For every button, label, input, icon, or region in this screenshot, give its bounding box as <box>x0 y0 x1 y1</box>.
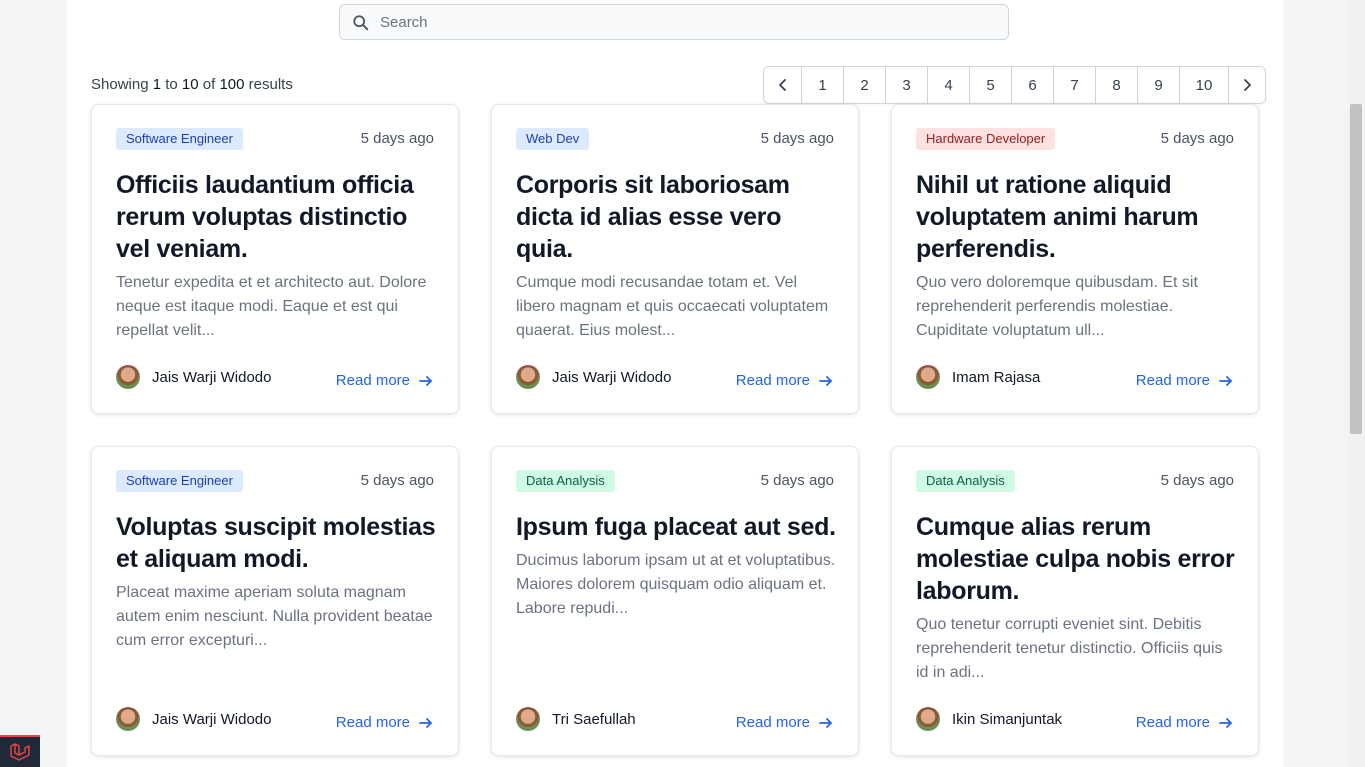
avatar <box>516 707 540 731</box>
results-from: 1 <box>152 76 162 93</box>
post-excerpt: Quo vero doloremque quibusdam. Et sit re… <box>916 274 1198 339</box>
avatar <box>916 707 940 731</box>
post-card: Data Analysis 5 days ago Cumque alias re… <box>891 446 1259 756</box>
post-excerpt: Placeat maxime aperiam soluta magnam aut… <box>116 584 433 649</box>
post-card: Hardware Developer 5 days ago Nihil ut r… <box>891 104 1259 414</box>
arrow-right-icon <box>1219 717 1232 728</box>
arrow-right-icon <box>419 717 432 728</box>
post-time: 5 days ago <box>360 130 434 147</box>
avatar <box>116 707 140 731</box>
arrow-right-icon <box>419 375 432 386</box>
post-author[interactable]: Jais Warji Widodo <box>516 365 671 389</box>
arrow-right-icon <box>819 375 832 386</box>
read-more-label: Read more <box>735 714 810 731</box>
pagination-page-5[interactable]: 5 <box>969 67 1011 103</box>
post-time: 5 days ago <box>1160 130 1234 147</box>
post-card: Web Dev 5 days ago Corporis sit laborios… <box>491 104 859 414</box>
read-more-label: Read more <box>1135 714 1210 731</box>
category-badge[interactable]: Data Analysis <box>516 470 615 492</box>
results-to: 10 <box>181 76 199 93</box>
read-more-label: Read more <box>335 714 410 731</box>
pagination-next-button[interactable] <box>1228 67 1265 103</box>
scrollbar-thumb[interactable] <box>1350 104 1362 434</box>
search-input[interactable] <box>380 5 980 39</box>
debugbar-toggle[interactable] <box>0 735 40 767</box>
post-author[interactable]: Jais Warji Widodo <box>116 707 271 731</box>
pagination-page-7[interactable]: 7 <box>1053 67 1095 103</box>
avatar <box>516 365 540 389</box>
page-scrollbar[interactable] <box>1348 0 1365 767</box>
post-title[interactable]: Officiis laudantium officia rerum volupt… <box>116 169 438 265</box>
category-badge[interactable]: Software Engineer <box>116 128 243 150</box>
pagination-page-6[interactable]: 6 <box>1011 67 1053 103</box>
laravel-logo-icon <box>10 743 30 761</box>
pagination: 1 2 3 4 5 6 7 8 9 10 <box>763 66 1266 104</box>
read-more-link[interactable]: Read more <box>336 714 434 731</box>
results-to-word: to <box>165 76 178 93</box>
avatar <box>916 365 940 389</box>
results-of-word: of <box>202 76 216 93</box>
post-excerpt: Ducimus laborum ipsam ut at et voluptati… <box>516 552 836 617</box>
post-title[interactable]: Corporis sit laboriosam dicta id alias e… <box>516 169 838 265</box>
author-name: Ikin Simanjuntak <box>952 710 1063 728</box>
post-title[interactable]: Voluptas suscipit molestias et aliquam m… <box>116 511 438 575</box>
search-bar[interactable] <box>339 4 1009 40</box>
post-excerpt: Quo tenetur corrupti eveniet sint. Debit… <box>916 616 1223 681</box>
results-prefix: Showing <box>91 76 149 93</box>
post-author[interactable]: Jais Warji Widodo <box>116 365 271 389</box>
read-more-link[interactable]: Read more <box>1136 372 1234 389</box>
post-time: 5 days ago <box>360 472 434 489</box>
read-more-label: Read more <box>335 372 410 389</box>
read-more-label: Read more <box>1135 372 1210 389</box>
read-more-link[interactable]: Read more <box>1136 714 1234 731</box>
post-time: 5 days ago <box>760 130 834 147</box>
results-suffix: results <box>248 76 293 93</box>
search-icon <box>353 15 369 31</box>
post-author[interactable]: Ikin Simanjuntak <box>916 707 1062 731</box>
read-more-label: Read more <box>735 372 810 389</box>
avatar <box>116 365 140 389</box>
post-title[interactable]: Cumque alias rerum molestiae culpa nobis… <box>916 511 1238 607</box>
read-more-link[interactable]: Read more <box>736 372 834 389</box>
post-time: 5 days ago <box>760 472 834 489</box>
post-title[interactable]: Nihil ut ratione aliquid voluptatem anim… <box>916 169 1238 265</box>
post-excerpt: Tenetur expedita et et architecto aut. D… <box>116 274 427 339</box>
chevron-left-icon <box>778 79 786 91</box>
results-summary: Showing 1 to 10 of 100 results <box>91 76 293 93</box>
author-name: Imam Rajasa <box>952 368 1041 386</box>
post-time: 5 days ago <box>1160 472 1234 489</box>
category-badge[interactable]: Hardware Developer <box>916 128 1056 150</box>
author-name: Jais Warji Widodo <box>152 710 272 728</box>
post-card: Software Engineer 5 days ago Officiis la… <box>91 104 459 414</box>
author-name: Jais Warji Widodo <box>152 368 272 386</box>
post-author[interactable]: Tri Saefullah <box>516 707 636 731</box>
pagination-page-4[interactable]: 4 <box>927 67 969 103</box>
pagination-page-1[interactable]: 1 <box>801 67 843 103</box>
pagination-prev-button[interactable] <box>764 67 801 103</box>
post-title[interactable]: Ipsum fuga placeat aut sed. <box>516 511 838 543</box>
post-excerpt: Cumque modi recusandae totam et. Vel lib… <box>516 274 829 339</box>
post-card: Software Engineer 5 days ago Voluptas su… <box>91 446 459 756</box>
post-author[interactable]: Imam Rajasa <box>916 365 1040 389</box>
category-badge[interactable]: Web Dev <box>516 128 590 150</box>
arrow-right-icon <box>819 717 832 728</box>
read-more-link[interactable]: Read more <box>336 372 434 389</box>
arrow-right-icon <box>1219 375 1232 386</box>
pagination-page-3[interactable]: 3 <box>885 67 927 103</box>
category-badge[interactable]: Software Engineer <box>116 470 243 492</box>
category-badge[interactable]: Data Analysis <box>916 470 1015 492</box>
pagination-page-8[interactable]: 8 <box>1095 67 1137 103</box>
author-name: Jais Warji Widodo <box>552 368 672 386</box>
results-total: 100 <box>219 76 245 93</box>
pagination-page-10[interactable]: 10 <box>1179 67 1228 103</box>
chevron-right-icon <box>1244 79 1251 91</box>
post-card: Data Analysis 5 days ago Ipsum fuga plac… <box>491 446 859 756</box>
pagination-page-9[interactable]: 9 <box>1137 67 1179 103</box>
read-more-link[interactable]: Read more <box>736 714 834 731</box>
author-name: Tri Saefullah <box>552 710 636 728</box>
pagination-page-2[interactable]: 2 <box>843 67 885 103</box>
